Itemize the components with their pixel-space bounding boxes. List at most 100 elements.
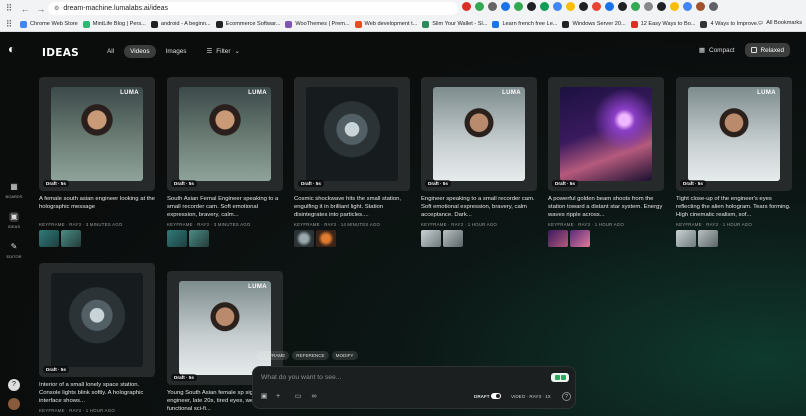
bookmark-item[interactable]: WooThemes | Prem... xyxy=(285,20,350,28)
video-icon[interactable]: ▭ xyxy=(293,392,303,402)
idea-thumbnail[interactable]: LUMA Draft · 5s xyxy=(676,77,792,191)
bookmark-item[interactable]: Web development t... xyxy=(354,20,417,28)
keyframe-thumbnail[interactable] xyxy=(443,230,463,247)
keyframe-thumbnail[interactable] xyxy=(676,230,696,247)
keyframe-thumbnail[interactable] xyxy=(548,230,568,247)
idea-thumbnail[interactable]: Draft · 5s xyxy=(294,77,410,191)
extension-icon[interactable] xyxy=(657,2,666,11)
extension-icon[interactable] xyxy=(488,2,497,11)
extension-icon[interactable] xyxy=(514,2,523,11)
idea-card[interactable]: LUMA Draft · 5s Tight close-up of the engi… xyxy=(676,77,792,247)
extension-icon[interactable] xyxy=(592,2,601,11)
bookmark-item[interactable]: Chrome Web Store xyxy=(20,20,78,28)
extension-icon[interactable] xyxy=(501,2,510,11)
site-info-icon[interactable]: ⚙ xyxy=(54,5,59,12)
address-bar[interactable]: ⚙ dream-machine.lumalabs.ai/ideas xyxy=(48,2,458,15)
model-selector[interactable]: VIDEO · RAY3 · 1X xyxy=(511,394,551,399)
idea-meta: KEYFRAME · RAY3 · 3 MINUTES AGO xyxy=(39,222,123,227)
draft-toggle[interactable] xyxy=(491,393,501,399)
bookmark-label: MintLife Blog | Pers... xyxy=(92,21,146,27)
idea-card[interactable]: LUMA Draft · 5s A female south asian engin… xyxy=(39,77,155,247)
rail-boards[interactable]: ▦ BOARDS xyxy=(0,182,28,199)
apps-grid-icon[interactable]: ⠿ xyxy=(2,17,16,31)
idea-card[interactable]: Draft · 5s Cosmic shockwave hits the smal… xyxy=(294,77,410,247)
tab-all[interactable]: All xyxy=(101,45,120,58)
extension-icon[interactable] xyxy=(462,2,471,11)
bookmark-item[interactable]: Windows Server 20... xyxy=(562,20,626,28)
prompt-help-icon[interactable]: ? xyxy=(562,392,571,401)
keyframe-thumbnail[interactable] xyxy=(570,230,590,247)
menu-icon[interactable] xyxy=(709,2,718,11)
keyframe-thumbnail[interactable] xyxy=(39,230,59,247)
bookmark-item[interactable]: Ecommerce Softwar... xyxy=(215,20,280,28)
keyframe-thumbnail[interactable] xyxy=(189,230,209,247)
draft-badge: Draft · 5s xyxy=(43,366,69,373)
idea-card[interactable]: Draft · 5s Interior of a small lonely spa… xyxy=(39,263,155,416)
luma-logo-icon[interactable]: ◐ xyxy=(8,42,20,56)
image-icon[interactable]: ▣ xyxy=(259,392,269,402)
filter-button[interactable]: ☰ Filter ⌄ xyxy=(201,44,246,58)
keyframe-thumbnail[interactable] xyxy=(61,230,81,247)
prompt-input[interactable]: What do you want to see... xyxy=(261,374,341,381)
keyframe-thumbnail[interactable] xyxy=(167,230,187,247)
bookmark-favicon-icon xyxy=(354,20,362,28)
extension-icon[interactable] xyxy=(540,2,549,11)
modify-tag[interactable]: MODIFY xyxy=(331,351,358,360)
page-title: IDEAS xyxy=(42,47,79,59)
extension-icon[interactable] xyxy=(553,2,562,11)
idea-thumbnail[interactable]: LUMA Draft · 5s xyxy=(167,77,283,191)
user-avatar[interactable] xyxy=(8,398,20,410)
prompt-badge-icon[interactable] xyxy=(551,373,569,382)
extension-icon[interactable] xyxy=(618,2,627,11)
extension-icon[interactable] xyxy=(566,2,575,11)
keyframe-thumbnail[interactable] xyxy=(698,230,718,247)
idea-card[interactable]: LUMA Draft · 5s Engineer speaking to a sma… xyxy=(421,77,537,247)
bookmark-label: Slim Your Wallet - Sl... xyxy=(432,21,488,27)
draft-badge: Draft · 5s xyxy=(680,180,706,187)
keyframe-thumbnails xyxy=(548,230,664,247)
loop-icon[interactable]: ∞ xyxy=(309,392,319,402)
rail-editor[interactable]: ✎ EDITOR xyxy=(0,242,28,259)
add-icon[interactable]: + xyxy=(273,392,283,402)
tab-videos[interactable]: Videos xyxy=(124,44,156,58)
bookmark-item[interactable]: MintLife Blog | Pers... xyxy=(82,20,146,28)
keyframe-thumbnail[interactable] xyxy=(421,230,441,247)
extension-icon[interactable] xyxy=(579,2,588,11)
idea-thumbnail[interactable]: Draft · 5s xyxy=(548,77,664,191)
extension-icon[interactable] xyxy=(475,2,484,11)
keyframe-thumbnails xyxy=(676,230,792,247)
extension-icon[interactable] xyxy=(631,2,640,11)
all-bookmarks[interactable]: ▭ All Bookmarks xyxy=(758,20,802,26)
bookmark-item[interactable]: 4 Ways to Improve... xyxy=(700,20,762,28)
extension-icon[interactable] xyxy=(644,2,653,11)
rail-ideas[interactable]: ▣ IDEAS xyxy=(0,212,28,229)
idea-thumbnail[interactable]: Draft · 5s xyxy=(39,263,155,377)
compact-view-button[interactable]: ▦ Compact xyxy=(693,43,741,57)
idea-card[interactable]: LUMA Draft · 5s South Asian Femal Engineer… xyxy=(167,77,283,247)
tab-images[interactable]: Images xyxy=(160,45,193,58)
relaxed-view-button[interactable]: Relaxed xyxy=(744,43,790,57)
extension-icon[interactable] xyxy=(670,2,679,11)
luma-watermark: LUMA xyxy=(120,90,139,96)
keyframe-tag[interactable]: KEYFRAME xyxy=(256,351,290,360)
back-icon[interactable]: ← xyxy=(18,2,32,16)
bookmark-item[interactable]: Slim Your Wallet - Sl... xyxy=(422,20,488,28)
reference-tag[interactable]: REFERENCE xyxy=(292,351,329,360)
forward-icon[interactable]: → xyxy=(34,2,48,16)
keyframe-thumbnail[interactable] xyxy=(294,230,314,247)
extension-icon[interactable] xyxy=(683,2,692,11)
idea-thumbnail[interactable]: LUMA Draft · 5s xyxy=(39,77,155,191)
idea-thumbnail[interactable]: LUMA Draft · 5s xyxy=(421,77,537,191)
apps-icon[interactable]: ⠿ xyxy=(2,2,16,16)
bookmark-item[interactable]: android - A beginn... xyxy=(150,20,211,28)
help-icon[interactable]: ? xyxy=(8,379,20,391)
extension-icon[interactable] xyxy=(527,2,536,11)
profile-avatar[interactable] xyxy=(696,2,705,11)
bookmark-item[interactable]: Learn french free Le... xyxy=(492,20,557,28)
browser-chrome: ⠿ ← → ↻ ⚙ dream-machine.lumalabs.ai/idea… xyxy=(0,0,806,32)
keyframe-thumbnail[interactable] xyxy=(316,230,336,247)
bookmark-favicon-icon xyxy=(422,20,430,28)
bookmark-item[interactable]: 12 Easy Ways to Bo... xyxy=(630,20,695,28)
extension-icon[interactable] xyxy=(605,2,614,11)
idea-card[interactable]: Draft · 5s A powerful golden beam shoots … xyxy=(548,77,664,247)
